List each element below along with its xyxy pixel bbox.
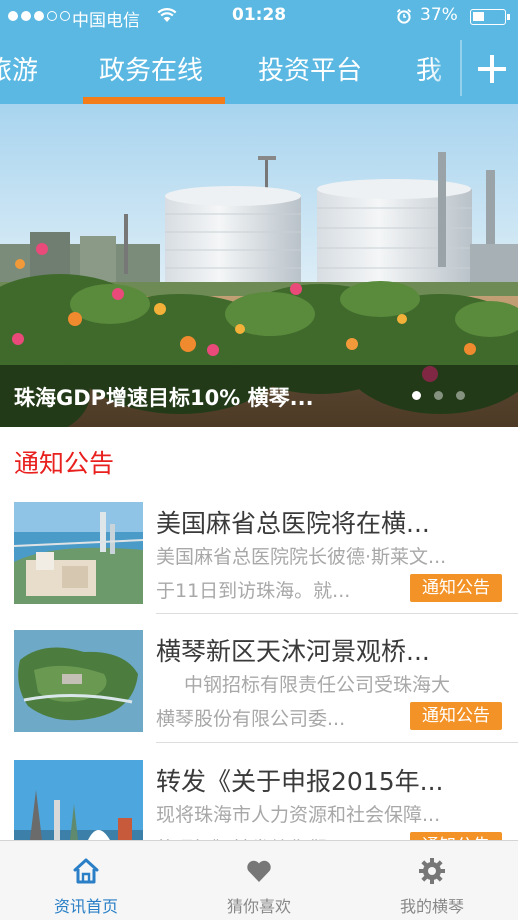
add-channel-button[interactable] <box>462 34 518 104</box>
header-bar: 中国电信 01:28 37% 旅游 政务在线 投资平台 我 <box>0 0 518 104</box>
status-bar: 中国电信 01:28 37% <box>0 0 518 34</box>
battery-icon <box>470 9 510 25</box>
category-badge: 通知公告 <box>410 702 502 730</box>
page-dot-active <box>412 391 421 400</box>
page-dot <box>434 391 443 400</box>
tab-investment-platform[interactable]: 投资平台 <box>258 50 362 87</box>
heart-icon <box>247 860 271 882</box>
tab-label: 猜你喜欢 <box>226 897 291 916</box>
tab-label: 资讯首页 <box>53 897 118 916</box>
news-summary: 横琴股份有限公司委... <box>156 708 346 730</box>
tab-government-online[interactable]: 政务在线 <box>99 50 203 87</box>
news-thumbnail <box>14 502 143 604</box>
clock: 01:28 <box>232 5 287 25</box>
news-summary: 中钢招标有限责任公司受珠海大 <box>184 674 451 696</box>
tab-label: 我的横琴 <box>399 897 464 916</box>
news-thumbnail <box>14 630 143 732</box>
battery-percent: 37% <box>420 5 458 25</box>
news-title: 美国麻省总医院将在横... <box>156 509 430 538</box>
banner-carousel[interactable]: 珠海GDP增速目标10% 横琴... <box>0 104 518 427</box>
page-dot <box>456 391 465 400</box>
news-summary: 现将珠海市人力资源和社会保障... <box>156 804 441 826</box>
carrier-name: 中国电信 <box>72 11 140 31</box>
tab-travel[interactable]: 旅游 <box>0 50 38 87</box>
news-summary: 于11日到访珠海。就... <box>156 580 351 602</box>
tab-recommendations[interactable]: 猜你喜欢 <box>173 841 345 920</box>
selected-tab-indicator <box>83 97 225 104</box>
news-title: 转发《关于申报2015年... <box>156 767 444 796</box>
tab-scroll-fade <box>430 34 460 104</box>
category-badge: 通知公告 <box>410 574 502 602</box>
divider <box>156 613 518 614</box>
section-title: 通知公告 <box>14 449 115 478</box>
divider <box>156 742 518 743</box>
banner-title[interactable]: 珠海GDP增速目标10% 横琴... <box>14 382 314 412</box>
alarm-icon <box>396 8 412 24</box>
signal-strength-icon <box>8 11 70 21</box>
gear-icon <box>419 858 445 884</box>
news-summary: 美国麻省总医院院长彼德·斯莱文... <box>156 546 447 568</box>
app-screen: 中国电信 01:28 37% 旅游 政务在线 投资平台 我 <box>0 0 518 920</box>
list-item[interactable]: 美国麻省总医院将在横... 美国麻省总医院院长彼德·斯莱文... 于11日到访珠… <box>0 490 518 616</box>
list-item[interactable]: 横琴新区天沐河景观桥... 中钢招标有限责任公司受珠海大 横琴股份有限公司委..… <box>0 618 518 744</box>
bottom-tab-bar: 资讯首页 猜你喜欢 我的横琴 <box>0 840 518 920</box>
banner-page-indicator <box>412 391 465 400</box>
news-title: 横琴新区天沐河景观桥... <box>156 637 430 666</box>
home-icon <box>73 858 99 884</box>
channel-tabs: 旅游 政务在线 投资平台 我 <box>0 34 460 104</box>
tab-my-hengqin[interactable]: 我的横琴 <box>346 841 518 920</box>
tab-news-home[interactable]: 资讯首页 <box>0 841 172 920</box>
wifi-icon <box>157 8 177 22</box>
